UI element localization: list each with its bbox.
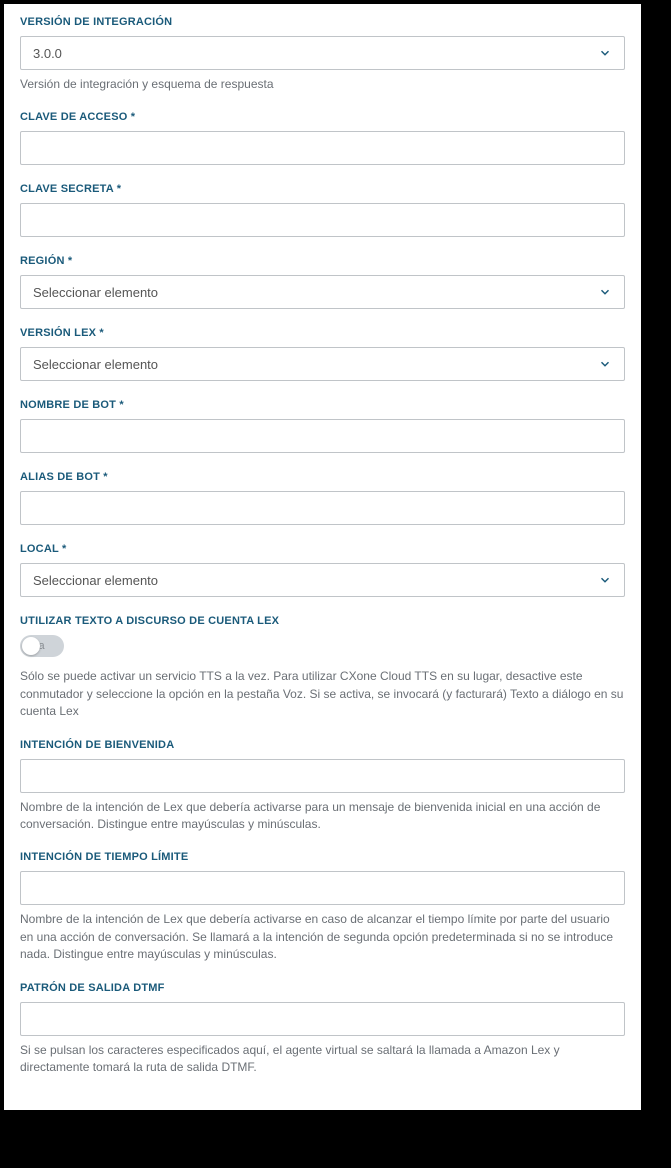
select-placeholder: Seleccionar elemento <box>33 285 590 300</box>
select-region[interactable]: Seleccionar elemento <box>20 275 625 309</box>
help-timeout-intent: Nombre de la intención de Lex que deberí… <box>20 911 625 963</box>
chevron-down-icon <box>598 46 612 60</box>
label-welcome-intent: INTENCIÓN DE BIENVENIDA <box>20 739 625 751</box>
label-locale: LOCAL * <box>20 543 625 555</box>
field-region: REGIÓN * Seleccionar elemento <box>20 255 625 309</box>
select-value: 3.0.0 <box>33 46 590 61</box>
field-welcome-intent: INTENCIÓN DE BIENVENIDA Nombre de la int… <box>20 739 625 834</box>
help-lex-tts: Sólo se puede activar un servicio TTS a … <box>20 668 625 720</box>
input-access-key[interactable] <box>20 131 625 165</box>
label-bot-name: NOMBRE DE BOT * <box>20 399 625 411</box>
label-integration-version: VERSIÓN DE INTEGRACIÓN <box>20 16 625 28</box>
label-lex-tts: UTILIZAR TEXTO A DISCURSO DE CUENTA LEX <box>20 615 625 627</box>
input-welcome-intent[interactable] <box>20 759 625 793</box>
field-bot-alias: ALIAS DE BOT * <box>20 471 625 525</box>
help-dtmf-pattern: Si se pulsan los caracteres especificado… <box>20 1042 625 1077</box>
field-dtmf-pattern: PATRÓN DE SALIDA DTMF Si se pulsan los c… <box>20 982 625 1077</box>
field-secret-key: CLAVE SECRETA * <box>20 183 625 237</box>
chevron-down-icon <box>598 573 612 587</box>
input-timeout-intent[interactable] <box>20 871 625 905</box>
label-secret-key: CLAVE SECRETA * <box>20 183 625 195</box>
help-welcome-intent: Nombre de la intención de Lex que deberí… <box>20 799 625 834</box>
select-lex-version[interactable]: Seleccionar elemento <box>20 347 625 381</box>
chevron-down-icon <box>598 285 612 299</box>
field-timeout-intent: INTENCIÓN DE TIEMPO LÍMITE Nombre de la … <box>20 851 625 963</box>
chevron-down-icon <box>598 357 612 371</box>
field-lex-version: VERSIÓN LEX * Seleccionar elemento <box>20 327 625 381</box>
label-dtmf-pattern: PATRÓN DE SALIDA DTMF <box>20 982 625 994</box>
label-access-key: CLAVE DE ACCESO * <box>20 111 625 123</box>
select-placeholder: Seleccionar elemento <box>33 573 590 588</box>
input-secret-key[interactable] <box>20 203 625 237</box>
toggle-lex-tts[interactable]: ula <box>20 635 64 657</box>
field-bot-name: NOMBRE DE BOT * <box>20 399 625 453</box>
input-dtmf-pattern[interactable] <box>20 1002 625 1036</box>
select-integration-version[interactable]: 3.0.0 <box>20 36 625 70</box>
input-bot-name[interactable] <box>20 419 625 453</box>
field-locale: LOCAL * Seleccionar elemento <box>20 543 625 597</box>
label-region: REGIÓN * <box>20 255 625 267</box>
form-panel: VERSIÓN DE INTEGRACIÓN 3.0.0 Versión de … <box>4 4 641 1110</box>
field-integration-version: VERSIÓN DE INTEGRACIÓN 3.0.0 Versión de … <box>20 16 625 93</box>
label-bot-alias: ALIAS DE BOT * <box>20 471 625 483</box>
label-timeout-intent: INTENCIÓN DE TIEMPO LÍMITE <box>20 851 625 863</box>
input-bot-alias[interactable] <box>20 491 625 525</box>
select-locale[interactable]: Seleccionar elemento <box>20 563 625 597</box>
select-placeholder: Seleccionar elemento <box>33 357 590 372</box>
label-lex-version: VERSIÓN LEX * <box>20 327 625 339</box>
field-access-key: CLAVE DE ACCESO * <box>20 111 625 165</box>
field-lex-tts: UTILIZAR TEXTO A DISCURSO DE CUENTA LEX … <box>20 615 625 720</box>
help-integration-version: Versión de integración y esquema de resp… <box>20 76 625 93</box>
